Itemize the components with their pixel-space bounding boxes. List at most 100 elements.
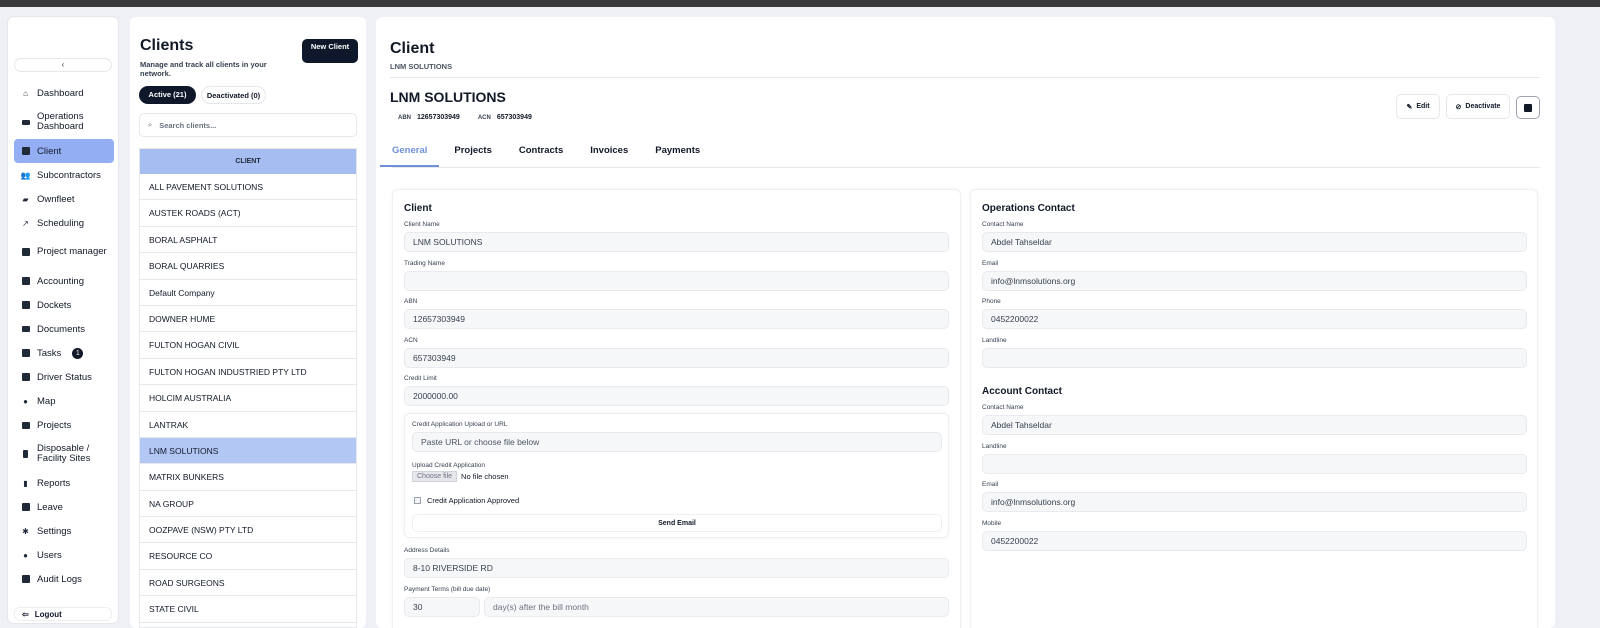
table-row[interactable]: BORAL QUARRIES [140, 253, 356, 280]
sidebar-item-disposable-facility-sites[interactable]: Disposable / Facility Sites [14, 437, 114, 471]
client-name-field[interactable]: LNM SOLUTIONS [404, 232, 949, 252]
sidebar-item-driver-status[interactable]: Driver Status [14, 365, 114, 389]
ops-landline-field[interactable] [982, 348, 1527, 368]
company-ids: ABN 12657303949 ACN 657303949 [398, 114, 532, 121]
sidebar-item-label: Dashboard [37, 87, 84, 99]
sidebar-item-documents[interactable]: Documents [14, 317, 114, 341]
no-file-text: No file chosen [461, 472, 509, 481]
table-row-selected[interactable]: LNM SOLUTIONS [140, 437, 356, 465]
dashboard-icon [21, 118, 30, 127]
ops-phone-field[interactable]: 0452200022 [982, 309, 1527, 329]
sidebar-item-tasks[interactable]: Tasks 1 [14, 341, 114, 365]
operations-contact-heading: Operations Contact [982, 203, 1075, 214]
table-row[interactable]: LANTRAK [140, 411, 356, 438]
acc-email-field[interactable]: info@lnmsolutions.org [982, 492, 1527, 512]
tab-active-clients[interactable]: Active (21) [139, 86, 196, 104]
sidebar-item-scheduling[interactable]: ↗ Scheduling [14, 211, 114, 235]
credit-application-section: Credit Application Upload or URL Paste U… [404, 413, 949, 538]
new-client-button[interactable]: New Client [302, 39, 358, 63]
column-header-client[interactable]: CLIENT [140, 149, 356, 174]
choose-file-button[interactable]: Choose file [412, 471, 458, 482]
tab-contracts[interactable]: Contracts [519, 145, 563, 167]
acn-field-label: ACN [404, 337, 418, 344]
address-field[interactable]: 8-10 RIVERSIDE RD [404, 558, 949, 578]
table-row[interactable]: MATRIX BUNKERS [140, 464, 356, 491]
payment-terms-field[interactable]: 30 [404, 597, 480, 617]
table-row[interactable]: RESOURCE CO [140, 543, 356, 570]
table-row[interactable]: Default Company [140, 279, 356, 306]
acn-field[interactable]: 657303949 [404, 348, 949, 368]
chart-line-icon: ↗ [22, 218, 29, 228]
page-title: Client [390, 40, 435, 57]
gear-icon: ✱ [22, 526, 29, 536]
abn-label: ABN [398, 115, 411, 121]
sidebar-item-label: Projects [37, 419, 72, 431]
sidebar-item-projects[interactable]: Projects [14, 413, 114, 437]
sidebar-collapse-button[interactable]: ‹ [14, 58, 112, 72]
table-row[interactable]: ALL PAVEMENT SOLUTIONS [140, 174, 356, 201]
credit-app-url-input[interactable]: Paste URL or choose file below [412, 432, 942, 452]
tab-projects[interactable]: Projects [454, 145, 492, 167]
acc-contact-name-field[interactable]: Abdel Tahseldar [982, 415, 1527, 435]
acc-landline-field[interactable] [982, 454, 1527, 474]
sidebar-item-reports[interactable]: ▮ Reports [14, 471, 114, 495]
company-name: LNM SOLUTIONS [390, 89, 506, 105]
sidebar-item-accounting[interactable]: Accounting [14, 269, 114, 293]
logout-button[interactable]: ⇦ Logout [14, 607, 112, 621]
driver-icon [21, 373, 30, 382]
table-row[interactable]: HOLCIM AUSTRALIA [140, 385, 356, 412]
sidebar-item-label: Users [37, 549, 62, 561]
block-icon: ⊘ [1455, 103, 1462, 111]
table-row[interactable]: FULTON HOGAN INDUSTRIED PTY LTD [140, 358, 356, 386]
sidebar-item-subcontractors[interactable]: 👥 Subcontractors [14, 163, 114, 187]
sidebar-item-label: Tasks [37, 347, 62, 359]
sidebar-item-map[interactable]: ● Map [14, 389, 114, 413]
acc-mobile-field[interactable]: 0452200022 [982, 531, 1527, 551]
sidebar-item-settings[interactable]: ✱ Settings [14, 519, 114, 543]
send-email-button[interactable]: Send Email [412, 514, 942, 532]
edit-button[interactable]: ✎ Edit [1396, 94, 1440, 119]
search-input[interactable] [159, 120, 340, 130]
briefcase-icon [21, 421, 30, 430]
credit-approved-checkbox[interactable] [414, 497, 421, 504]
sidebar-item-operations-dashboard[interactable]: Operations Dashboard [14, 105, 114, 139]
payment-terms-label: Payment Terms (bill due date) [404, 586, 491, 593]
table-row[interactable]: AUSTEK ROADS (ACT) [140, 200, 356, 227]
ops-landline-label: Landline [982, 337, 1007, 344]
ops-email-field[interactable]: info@lnmsolutions.org [982, 271, 1527, 291]
table-row[interactable]: DOWNER HUME [140, 305, 356, 333]
table-row[interactable]: OOZPAVE (NSW) PTY LTD [140, 517, 356, 544]
sidebar-item-users[interactable]: ● Users [14, 543, 114, 567]
table-row[interactable]: BORAL ASPHALT [140, 226, 356, 254]
table-row[interactable]: STATE CIVIL [140, 596, 356, 623]
sidebar-item-project-manager[interactable]: Project manager [14, 235, 114, 269]
tab-payments[interactable]: Payments [655, 145, 700, 167]
task-icon [21, 349, 30, 358]
tab-general[interactable]: General [380, 145, 440, 167]
sidebar-item-dockets[interactable]: Dockets [14, 293, 114, 317]
sidebar-item-audit-logs[interactable]: Audit Logs [14, 567, 114, 591]
sidebar-item-label: Subcontractors [37, 169, 101, 181]
trading-name-field[interactable] [404, 271, 949, 291]
tab-invoices[interactable]: Invoices [590, 145, 628, 167]
ops-contact-name-field[interactable]: Abdel Tahseldar [982, 232, 1527, 252]
sidebar-item-leave[interactable]: Leave [14, 495, 114, 519]
deactivate-button[interactable]: ⊘ Deactivate [1446, 94, 1510, 119]
sidebar-item-label: Scheduling [37, 217, 85, 229]
sidebar-item-dashboard[interactable]: ⌂ Dashboard [14, 81, 114, 105]
table-row[interactable]: FULTON HOGAN CIVIL [140, 332, 356, 359]
sidebar-item-label: Leave [37, 501, 63, 513]
sidebar-item-client[interactable]: Client [14, 139, 114, 163]
logout-label: Logout [34, 609, 62, 619]
tab-deactivated-clients[interactable]: Deactivated (0) [201, 86, 266, 104]
table-row[interactable]: ROAD SURGEONS [140, 569, 356, 597]
acn-value: 657303949 [496, 114, 532, 121]
account-contact-heading: Account Contact [982, 386, 1062, 397]
notes-button[interactable] [1516, 96, 1540, 119]
credit-app-label: Credit Application Upload or URL [412, 421, 508, 428]
truck-icon: ▰ [22, 194, 29, 204]
sidebar-item-ownfleet[interactable]: ▰ Ownfleet [14, 187, 114, 211]
abn-field[interactable]: 12657303949 [404, 309, 949, 329]
table-row[interactable]: NA GROUP [140, 490, 356, 518]
credit-limit-field[interactable]: 2000000.00 [404, 386, 949, 406]
